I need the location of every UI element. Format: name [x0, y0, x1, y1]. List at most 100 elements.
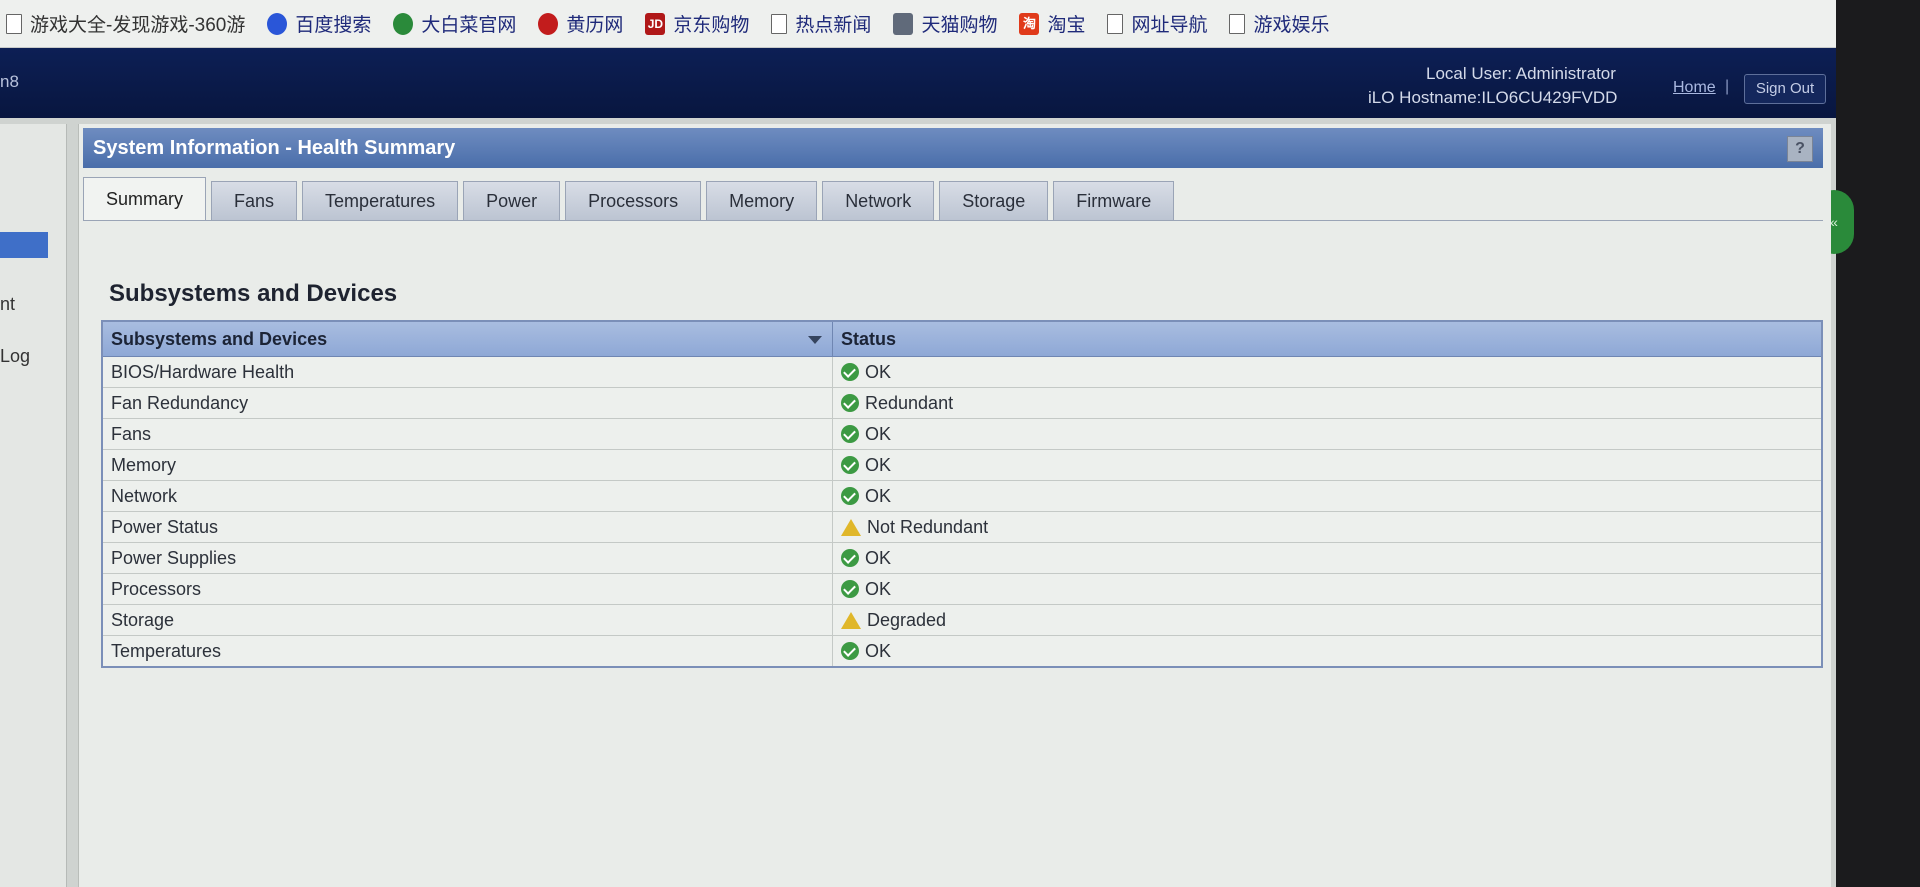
nav-selected-item[interactable] — [0, 232, 48, 258]
sign-out-button[interactable]: Sign Out — [1744, 74, 1826, 104]
ok-check-icon — [841, 642, 859, 660]
subsystem-name: Memory — [103, 450, 833, 480]
ok-check-icon — [841, 549, 859, 567]
table-row: BIOS/Hardware Health OK — [103, 357, 1821, 388]
tab-fans[interactable]: Fans — [211, 181, 298, 220]
table-row: Storage Degraded — [103, 605, 1821, 636]
jd-icon: JD — [645, 12, 666, 35]
subsystem-name: Network — [103, 481, 833, 511]
tab-processors[interactable]: Processors — [565, 181, 702, 220]
page-icon — [771, 13, 788, 34]
status-text: OK — [865, 455, 892, 475]
ok-check-icon — [841, 456, 859, 474]
table-header: Subsystems and Devices Status — [103, 322, 1821, 357]
bookmark-item[interactable]: 游戏大全-发现游戏-360游 — [6, 10, 245, 37]
page-icon — [1229, 13, 1246, 34]
status-cell: Redundant — [833, 388, 953, 418]
ok-check-icon — [841, 487, 859, 505]
table-row: Power Status Not Redundant — [103, 512, 1821, 543]
column-header-subsystems[interactable]: Subsystems and Devices — [103, 322, 833, 356]
tab-temperatures[interactable]: Temperatures — [302, 181, 459, 220]
bookmark-item[interactable]: 网址导航 — [1107, 10, 1207, 37]
status-text: OK — [865, 548, 892, 568]
ilo-header: n8 Local User: Administrator iLO Hostnam… — [0, 48, 1836, 118]
subsystem-name: Power Supplies — [103, 543, 833, 573]
bookmark-item[interactable]: 大白菜官网 — [393, 10, 516, 37]
status-text: Redundant — [865, 393, 954, 413]
table-row: Power Supplies OK — [103, 543, 1821, 574]
table-row: Memory OK — [103, 450, 1821, 481]
table-row: Processors OK — [103, 574, 1821, 605]
tab-power[interactable]: Power — [463, 181, 561, 220]
subsystem-name: BIOS/Hardware Health — [103, 357, 833, 387]
taobao-icon: 淘 — [1019, 12, 1040, 35]
nav-item-log[interactable]: Log — [0, 346, 30, 367]
baidu-paw-icon — [267, 12, 288, 35]
help-icon[interactable]: ? — [1787, 136, 1813, 162]
status-cell: OK — [833, 450, 891, 480]
status-text: OK — [865, 362, 892, 382]
tab-storage[interactable]: Storage — [939, 181, 1049, 220]
bookmarks-bar: 游戏大全-发现游戏-360游 百度搜索 大白菜官网 黄历网 JD 京东购物 热点新… — [0, 0, 1836, 48]
page-title: System Information - Health Summary — [93, 137, 456, 159]
status-cell: OK — [833, 419, 891, 449]
status-cell: Not Redundant — [833, 512, 988, 542]
table-row: Temperatures OK — [103, 636, 1821, 666]
leaf-icon — [393, 12, 414, 35]
tmall-icon — [893, 12, 914, 35]
home-link[interactable]: Home — [1673, 79, 1716, 97]
sort-arrow-icon[interactable] — [808, 336, 822, 344]
bookmark-item[interactable]: 百度搜索 — [267, 10, 371, 37]
main-panel: System Information - Health Summary ? Su… — [78, 124, 1831, 887]
page-icon — [1107, 13, 1124, 34]
tab-network[interactable]: Network — [822, 181, 935, 220]
subsystem-name: Fan Redundancy — [103, 388, 833, 418]
status-text: Degraded — [867, 610, 947, 630]
status-cell: OK — [833, 357, 891, 387]
column-header-status[interactable]: Status — [833, 322, 896, 356]
panel-title-bar: System Information - Health Summary ? — [83, 128, 1823, 168]
tab-bar: Summary Fans Temperatures Power Processo… — [83, 176, 1179, 220]
nav-item[interactable]: nt — [0, 294, 15, 315]
warning-icon — [841, 518, 861, 536]
bookmark-item[interactable]: 游戏娱乐 — [1229, 10, 1330, 37]
screen-bezel — [1836, 0, 1920, 887]
status-cell: OK — [833, 543, 891, 573]
warning-icon — [841, 611, 861, 629]
bookmark-item[interactable]: 热点新闻 — [771, 10, 871, 37]
subsystem-name: Temperatures — [103, 636, 833, 666]
status-text: OK — [865, 579, 892, 599]
bookmark-item[interactable]: 天猫购物 — [893, 10, 997, 37]
header-left-fragment: n8 — [0, 72, 19, 91]
table-body: BIOS/Hardware Health OK Fan Redundancy Redu… — [103, 357, 1821, 666]
page-icon — [6, 13, 22, 34]
bookmark-item[interactable]: JD 京东购物 — [645, 10, 749, 37]
tab-memory[interactable]: Memory — [706, 181, 818, 220]
status-cell: Degraded — [833, 605, 946, 635]
tab-divider — [83, 220, 1823, 221]
subsystem-name: Processors — [103, 574, 833, 604]
bookmark-item[interactable]: 淘淘宝 — [1019, 10, 1085, 37]
header-separator: | — [1725, 78, 1730, 95]
ok-check-icon — [841, 425, 859, 443]
ok-check-icon — [841, 580, 859, 598]
table-row: Fan Redundancy Redundant — [103, 388, 1821, 419]
tab-summary[interactable]: Summary — [83, 177, 207, 220]
local-user-label: Local User: Administrator — [1426, 64, 1616, 83]
table-row: Network OK — [103, 481, 1821, 512]
subsystem-name: Storage — [103, 605, 833, 635]
status-text: Not Redundant — [867, 517, 989, 537]
status-cell: OK — [833, 636, 891, 666]
status-cell: OK — [833, 481, 891, 511]
section-title: Subsystems and Devices — [109, 280, 398, 307]
subsystem-name: Fans — [103, 419, 833, 449]
status-cell: OK — [833, 574, 891, 604]
status-text: OK — [865, 641, 892, 661]
ok-check-icon — [841, 363, 859, 381]
tab-firmware[interactable]: Firmware — [1053, 181, 1175, 220]
subsystem-name: Power Status — [103, 512, 833, 542]
bookmark-item[interactable]: 黄历网 — [538, 10, 623, 37]
status-text: OK — [865, 486, 892, 506]
hostname-label: iLO Hostname:ILO6CU429FVDD — [1368, 88, 1618, 107]
status-text: OK — [865, 424, 892, 444]
